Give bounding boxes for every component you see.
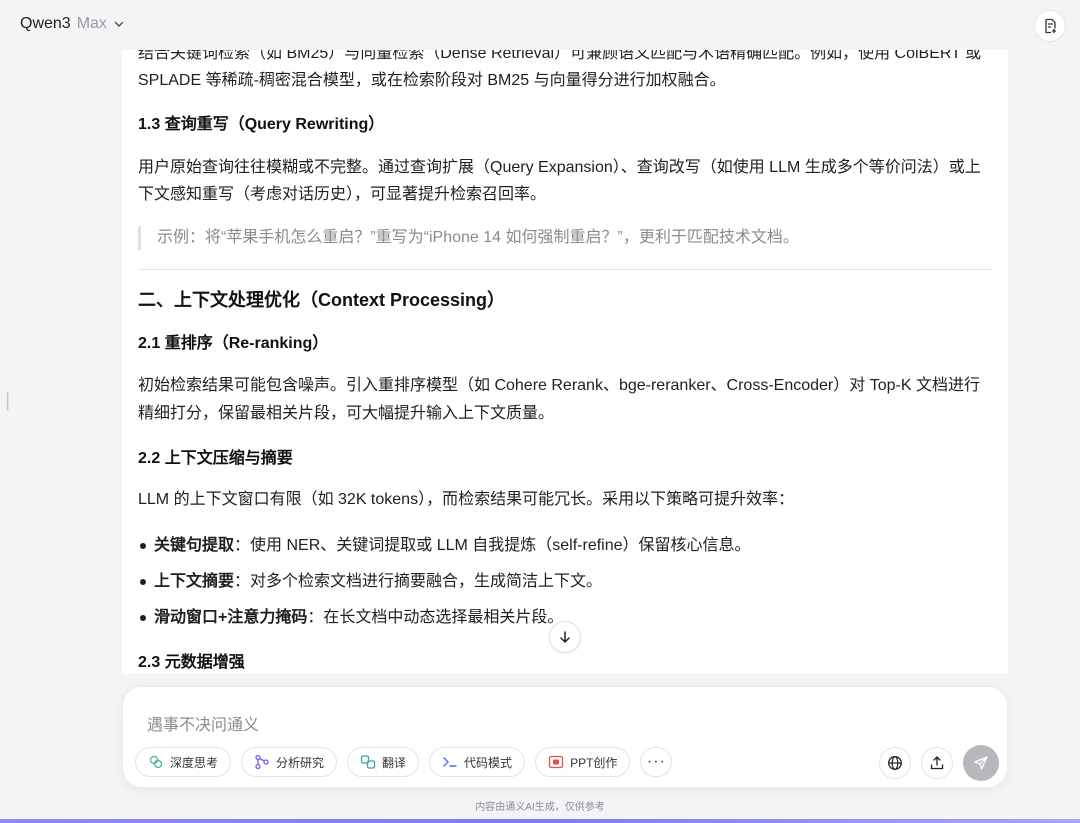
mode-chips: 深度思考 分析研究 翻译 代码模式 PPT创作 ··· [135, 747, 673, 777]
model-selector[interactable]: Qwen3 Max [20, 15, 125, 33]
chevron-down-icon [114, 21, 124, 28]
accent-bar [0, 819, 1080, 823]
list-item-bold: 滑动窗口+注意力掩码 [154, 609, 308, 626]
arrow-down-icon [560, 631, 570, 643]
list-item-bold: 上下文摘要 [154, 573, 235, 590]
chip-ppt-creation[interactable]: PPT创作 [535, 747, 631, 777]
more-options-button[interactable]: ··· [640, 747, 673, 777]
ppt-icon [548, 755, 564, 769]
composer-tools [879, 745, 999, 781]
deep-think-icon [149, 755, 163, 769]
paragraph-line: LLM 的上下文窗口有限（如 32K tokens），而检索结果可能冗长。采用以… [138, 491, 795, 508]
blockquote: 示例：将“苹果手机怎么重启？”重写为“iPhone 14 如何强制重启？”，更利… [138, 226, 799, 250]
model-name: Qwen3 [20, 15, 71, 32]
upload-icon [930, 756, 944, 770]
send-button[interactable] [963, 745, 999, 781]
paragraph-line: 精细打分，保留最相关片段，可大幅提升输入上下文质量。 [138, 405, 555, 422]
heading-2-1: 2.1 重排序（Re-ranking） [138, 335, 329, 352]
paragraph-line: 用户原始查询往往模糊或不完整。通过查询扩展（Query Expansion）、查… [138, 159, 981, 176]
disclaimer-text: 内容由通义AI生成，仅供参考 [475, 802, 605, 813]
paragraph-line: SPLADE 等稀疏-稠密混合模型，或在检索阶段对 BM25 与向量得分进行加权… [138, 72, 726, 89]
scroll-to-bottom-button[interactable] [549, 621, 581, 653]
bullet-icon [140, 579, 146, 585]
web-search-button[interactable] [879, 747, 911, 779]
upload-button[interactable] [921, 747, 953, 779]
list-item: 滑动窗口+注意力掩码：在长文档中动态选择最相关片段。 [138, 606, 563, 630]
bullet-icon [140, 543, 146, 549]
chip-label: 深度思考 [170, 755, 219, 770]
list-item: 关键句提取：使用 NER、关键词提取或 LLM 自我提炼（self-refine… [138, 534, 751, 558]
more-icon: ··· [646, 753, 666, 770]
document-edit-button[interactable] [1034, 10, 1066, 42]
code-icon [443, 757, 457, 767]
message-composer: 遇事不决问通义 深度思考 分析研究 翻译 代码模式 PPT创作 ··· [122, 686, 1008, 788]
paragraph-line: 初始检索结果可能包含噪声。引入重排序模型（如 Cohere Rerank、bge… [138, 377, 980, 394]
chip-deep-think[interactable]: 深度思考 [135, 747, 232, 777]
list-item-text: ：对多个检索文档进行摘要融合，生成简洁上下文。 [234, 573, 603, 590]
chip-translate[interactable]: 翻译 [347, 747, 420, 777]
heading-1-3: 1.3 查询重写（Query Rewriting） [138, 116, 385, 133]
send-icon [974, 756, 988, 770]
list-item-text: ：使用 NER、关键词提取或 LLM 自我提炼（self-refine）保留核心… [234, 537, 751, 554]
research-icon [255, 754, 269, 770]
list-item-text: ：在长文档中动态选择最相关片段。 [307, 609, 564, 626]
chip-research[interactable]: 分析研究 [241, 747, 338, 777]
heading-section-2: 二、上下文处理优化（Context Processing） [138, 290, 506, 310]
chip-code-mode[interactable]: 代码模式 [429, 747, 526, 777]
chip-label: 分析研究 [276, 755, 325, 770]
heading-2-3: 2.3 元数据增强 [138, 654, 245, 671]
heading-2-2: 2.2 上下文压缩与摘要 [138, 450, 293, 467]
translate-icon [360, 755, 376, 769]
divider [138, 269, 992, 270]
message-input[interactable]: 遇事不决问通义 [147, 711, 259, 735]
chip-label: 翻译 [382, 755, 407, 770]
document-edit-icon [1045, 18, 1056, 34]
list-item: 上下文摘要：对多个检索文档进行摘要融合，生成简洁上下文。 [138, 570, 602, 594]
sidebar-toggle-handle[interactable]: ❘ [0, 386, 15, 414]
chip-label: 代码模式 [464, 755, 513, 770]
top-bar: Qwen3 Max [0, 0, 1080, 50]
chip-label: PPT创作 [570, 755, 618, 770]
list-item-bold: 关键句提取 [154, 537, 235, 554]
model-variant: Max [76, 15, 107, 32]
chat-response: 结合关键词检索（如 BM25）与向量检索（Dense Retrieval）可兼顾… [122, 34, 1008, 674]
globe-icon [888, 756, 902, 770]
paragraph-line: 下文感知重写（考虑对话历史），可显著提升检索召回率。 [138, 186, 547, 203]
bullet-icon [140, 615, 146, 621]
